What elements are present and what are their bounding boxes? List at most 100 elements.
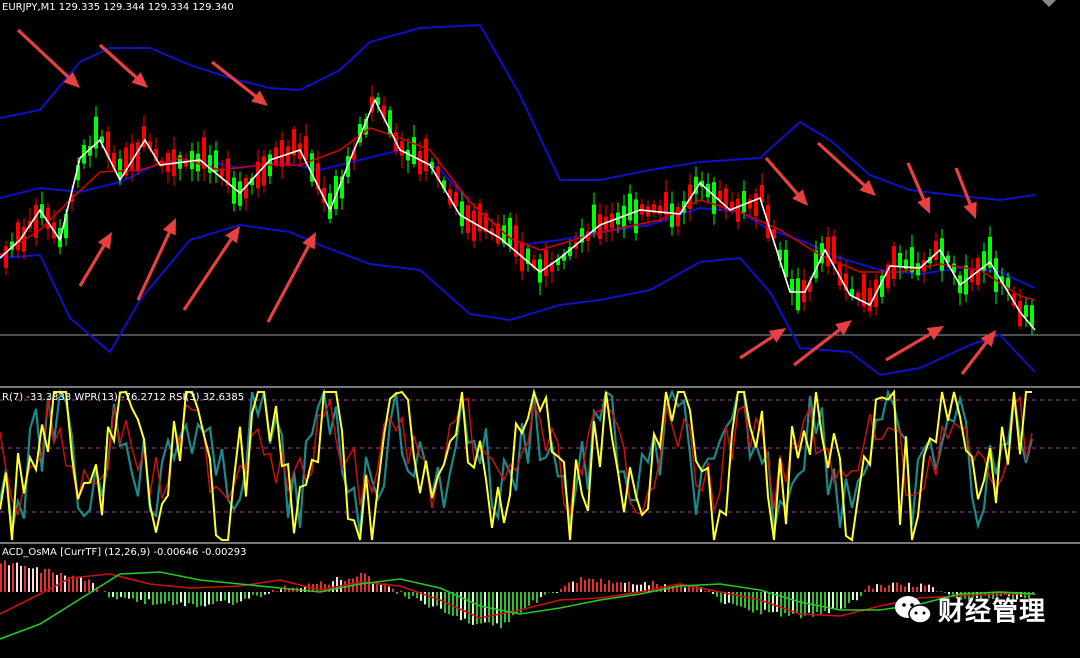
price-pane[interactable]: EURJPY,M1 129.335 129.344 129.334 129.34…: [0, 0, 1080, 386]
symbol-header: EURJPY,M1 129.335 129.344 129.334 129.34…: [2, 2, 234, 13]
macd-histogram-bar: [844, 592, 846, 609]
macd-histogram-bar: [624, 582, 626, 592]
macd-histogram-bar: [260, 592, 262, 598]
watermark-text: 财经管理: [937, 597, 1046, 627]
macd-histogram-bar: [860, 592, 862, 597]
macd-histogram-bar: [684, 587, 686, 592]
macd-histogram-bar: [156, 592, 158, 605]
macd-histogram-bar: [212, 592, 214, 605]
macd-histogram-bar: [580, 577, 582, 592]
macd-histogram-bar: [636, 584, 638, 592]
macd-histogram-bar: [164, 592, 166, 604]
macd-histogram-bar: [272, 589, 274, 592]
candle-body: [46, 207, 50, 229]
macd-histogram-bar: [44, 568, 46, 592]
macd-histogram-bar: [84, 581, 86, 592]
macd-histogram-bar: [504, 592, 506, 623]
macd-histogram-bar: [788, 592, 790, 617]
price-chart: [0, 23, 1080, 377]
candle-body: [412, 137, 416, 165]
candle-body: [460, 201, 464, 227]
oscillator-line-rsi: [0, 395, 1033, 517]
macd-histogram-bar: [816, 592, 818, 613]
annotation-arrowhead: [963, 201, 977, 219]
macd-histogram-bar: [884, 587, 886, 592]
macd-histogram-bar: [244, 592, 246, 599]
candle-body: [634, 199, 638, 234]
macd-histogram-bar: [128, 592, 130, 599]
candle-body: [544, 249, 548, 276]
oscillator-header: R(7) -33.3333 WPR(13) -76.2712 RSI(3) 32…: [2, 392, 245, 403]
macd-histogram-bar: [792, 592, 794, 614]
macd-histogram-bar: [840, 592, 842, 609]
candle-body: [796, 278, 800, 311]
macd-histogram-bar: [176, 592, 178, 605]
macd-histogram-bar: [412, 592, 414, 596]
macd-histogram-bar: [540, 592, 542, 598]
macd-histogram-bar: [620, 582, 622, 592]
macd-histogram-bar: [140, 592, 142, 600]
candle-body: [910, 247, 914, 273]
macd-histogram-bar: [40, 572, 42, 592]
macd-histogram-bar: [108, 592, 110, 598]
macd-histogram-bar: [80, 577, 82, 592]
annotation-arrow-shaft: [764, 156, 799, 196]
macd-histogram-bar: [148, 592, 150, 600]
macd-histogram-bar: [32, 568, 34, 592]
macd-histogram-bar: [772, 592, 774, 613]
macd-histogram-bar: [36, 567, 38, 592]
macd-histogram-bar: [460, 592, 462, 621]
candle-body: [868, 288, 872, 312]
macd-histogram-bar: [216, 592, 218, 602]
macd-histogram-bar: [876, 584, 878, 592]
chart-corner-marker[interactable]: [1042, 0, 1056, 7]
candle-body: [790, 278, 794, 293]
macd-histogram-bar: [568, 582, 570, 592]
candle-body: [286, 146, 290, 165]
candle-body: [628, 193, 632, 221]
oscillator-pane[interactable]: R(7) -33.3333 WPR(13) -76.2712 RSI(3) 32…: [0, 388, 1080, 542]
macd-histogram-bar: [824, 592, 826, 612]
candle-body: [280, 140, 284, 167]
macd-histogram-bar: [740, 592, 742, 607]
candle-body: [892, 246, 896, 279]
macd-histogram-bar: [760, 592, 762, 615]
macd-histogram-bar: [452, 592, 454, 616]
macd-histogram-bar: [556, 592, 558, 593]
macd-histogram-bar: [152, 592, 154, 605]
macd-histogram-bar: [256, 592, 258, 596]
macd-histogram-bar: [120, 592, 122, 598]
macd-histogram-bar: [4, 560, 6, 592]
candle-body: [232, 177, 236, 204]
macd-histogram-bar: [56, 575, 58, 592]
candle-body: [136, 142, 140, 172]
macd-histogram-bar: [864, 589, 866, 592]
macd-histogram-bar: [20, 565, 22, 592]
macd-histogram-bar: [748, 592, 750, 611]
macd-histogram-bar: [828, 592, 830, 614]
candle-body: [424, 138, 428, 172]
candle-body: [274, 147, 278, 165]
macd-histogram-bar: [160, 592, 162, 604]
candle-body: [1030, 305, 1034, 327]
annotation-arrow-shaft: [98, 43, 138, 79]
macd-histogram-bar: [28, 568, 30, 592]
macd-histogram-bar: [404, 592, 406, 597]
macd-histogram-bar: [832, 592, 834, 609]
macd-histogram-bar: [132, 592, 134, 599]
macd-histogram-bar: [368, 576, 370, 592]
macd-histogram-bar: [400, 590, 402, 592]
macd-histogram-bar: [852, 592, 854, 600]
candle-body: [16, 222, 20, 251]
macd-histogram-bar: [572, 581, 574, 592]
candle-body: [472, 210, 476, 241]
macd-histogram-bar: [524, 592, 526, 609]
macd-histogram-bar: [16, 562, 18, 592]
macd-histogram-bar: [560, 588, 562, 592]
annotation-arrow-shaft: [885, 332, 932, 362]
macd-histogram-bar: [204, 592, 206, 607]
candle-body: [304, 136, 308, 160]
macd-histogram-bar: [476, 592, 478, 625]
macd-histogram-bar: [516, 592, 518, 613]
macd-histogram-bar: [468, 592, 470, 624]
